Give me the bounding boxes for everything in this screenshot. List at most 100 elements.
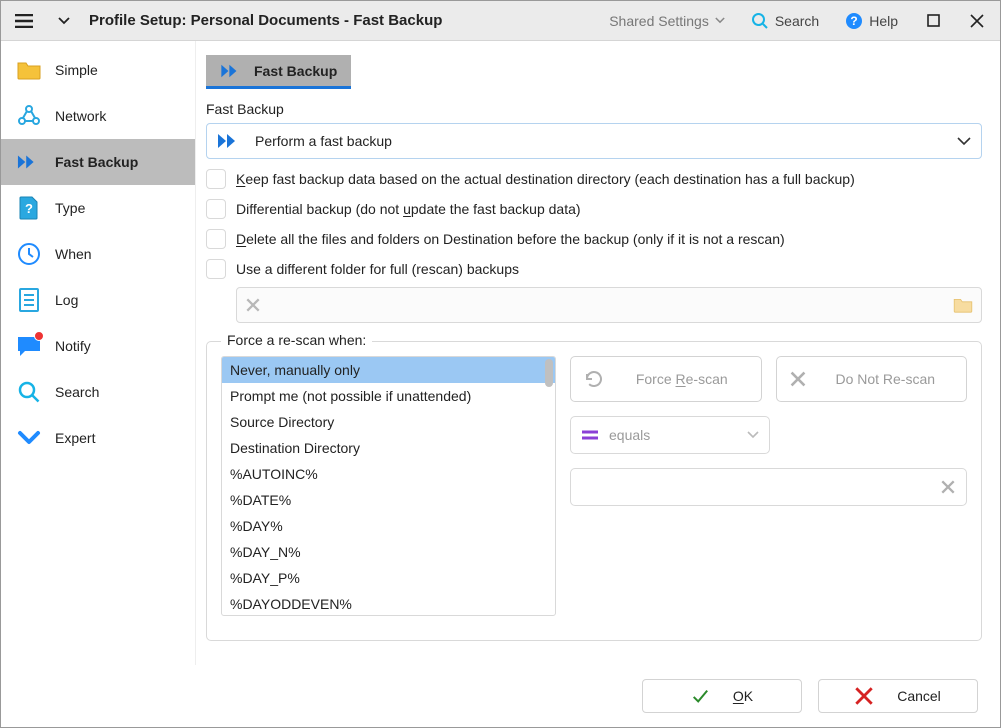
condition-combo[interactable]: equals <box>570 416 770 454</box>
fast-backup-icon <box>17 150 41 174</box>
help-label: Help <box>869 13 898 29</box>
list-item[interactable]: %DATE% <box>222 487 555 513</box>
chevron-down-icon <box>957 137 971 146</box>
checkbox-label: Keep fast backup data based on the actua… <box>236 171 855 187</box>
do-not-rescan-button[interactable]: Do Not Re-scan <box>776 356 968 402</box>
checkbox-differential[interactable] <box>206 199 226 219</box>
check-icon <box>691 687 709 705</box>
sidebar-item-label: Fast Backup <box>55 154 138 170</box>
sidebar-item-notify[interactable]: Notify <box>1 323 195 369</box>
checkbox-label: Use a different folder for full (rescan)… <box>236 261 519 277</box>
log-icon <box>17 288 41 312</box>
refresh-icon <box>583 368 605 390</box>
clear-icon[interactable] <box>940 479 956 495</box>
button-label: Do Not Re-scan <box>817 371 955 387</box>
rescan-folder-input[interactable] <box>236 287 982 323</box>
list-item[interactable]: Destination Directory <box>222 435 555 461</box>
sidebar-item-label: When <box>55 246 92 262</box>
fast-backup-icon <box>220 63 244 79</box>
button-label: Cancel <box>897 688 941 704</box>
list-item[interactable]: %AUTOINC% <box>222 461 555 487</box>
group-legend: Force a re-scan when: <box>221 332 372 348</box>
sidebar-item-label: Simple <box>55 62 98 78</box>
sidebar-item-label: Search <box>55 384 99 400</box>
search-icon <box>751 12 769 30</box>
button-label: Force Re-scan <box>615 371 749 387</box>
rescan-group: Force a re-scan when: Never, manually on… <box>206 341 982 641</box>
profile-setup-window: Profile Setup: Personal Documents - Fast… <box>0 0 1001 728</box>
list-item[interactable]: %DAY% <box>222 513 555 539</box>
fast-backup-icon <box>217 132 243 150</box>
close-icon <box>855 687 873 705</box>
sidebar-item-label: Notify <box>55 338 91 354</box>
svg-text:?: ? <box>25 201 33 216</box>
checkbox-delete[interactable] <box>206 229 226 249</box>
sidebar-item-label: Network <box>55 108 106 124</box>
maximize-button[interactable] <box>918 6 948 36</box>
chevron-down-icon <box>747 431 759 439</box>
sidebar-item-search[interactable]: Search <box>1 369 195 415</box>
notify-icon <box>17 334 41 358</box>
equals-icon <box>581 429 599 441</box>
section-label: Fast Backup <box>206 101 982 117</box>
ok-button[interactable]: OK <box>642 679 802 713</box>
fast-backup-mode-combo[interactable]: Perform a fast backup <box>206 123 982 159</box>
sidebar-item-network[interactable]: Network <box>1 93 195 139</box>
dialog-footer: OK Cancel <box>1 665 1000 727</box>
cancel-button[interactable]: Cancel <box>818 679 978 713</box>
tab-strip: Fast Backup <box>206 47 982 89</box>
window-title: Profile Setup: Personal Documents - Fast… <box>89 12 442 29</box>
list-item[interactable]: %DAY_N% <box>222 539 555 565</box>
force-rescan-button[interactable]: Force Re-scan <box>570 356 762 402</box>
list-item[interactable]: Never, manually only <box>222 357 555 383</box>
help-button[interactable]: ? Help <box>839 8 904 34</box>
sidebar-item-label: Expert <box>55 430 95 446</box>
hamburger-menu-icon[interactable] <box>9 6 39 36</box>
checkbox-diff-folder[interactable] <box>206 259 226 279</box>
svg-text:?: ? <box>851 14 858 28</box>
checkbox-label: Delete all the files and folders on Dest… <box>236 231 785 247</box>
search-icon <box>17 380 41 404</box>
combo-value: Perform a fast backup <box>255 133 392 149</box>
checkbox-keep-data[interactable] <box>206 169 226 189</box>
network-icon <box>17 104 41 128</box>
folder-icon[interactable] <box>953 297 973 313</box>
close-icon <box>789 370 807 388</box>
sidebar-item-fast-backup[interactable]: Fast Backup <box>1 139 195 185</box>
sidebar-item-simple[interactable]: Simple <box>1 47 195 93</box>
list-item[interactable]: Source Directory <box>222 409 555 435</box>
shared-settings-button[interactable]: Shared Settings <box>603 9 731 33</box>
clock-icon <box>17 242 41 266</box>
sidebar: Simple Network Fast Backup ? Type <box>1 41 196 665</box>
document-icon: ? <box>17 196 41 220</box>
button-label: OK <box>733 688 753 704</box>
dropdown-chevron-icon[interactable] <box>49 6 79 36</box>
search-button[interactable]: Search <box>745 8 825 34</box>
condition-value-input[interactable] <box>570 468 967 506</box>
combo-value: equals <box>609 427 650 443</box>
sidebar-item-label: Log <box>55 292 78 308</box>
list-item[interactable]: Prompt me (not possible if unattended) <box>222 383 555 409</box>
sidebar-item-type[interactable]: ? Type <box>1 185 195 231</box>
clear-icon[interactable] <box>245 297 261 313</box>
sidebar-item-log[interactable]: Log <box>1 277 195 323</box>
help-icon: ? <box>845 12 863 30</box>
folder-icon <box>17 58 41 82</box>
titlebar: Profile Setup: Personal Documents - Fast… <box>1 1 1000 41</box>
scrollbar-thumb[interactable] <box>545 359 553 387</box>
sidebar-item-when[interactable]: When <box>1 231 195 277</box>
expert-icon <box>17 426 41 450</box>
sidebar-item-label: Type <box>55 200 85 216</box>
close-button[interactable] <box>962 6 992 36</box>
sidebar-item-expert[interactable]: Expert <box>1 415 195 461</box>
list-item[interactable]: %DAYODDEVEN% <box>222 591 555 616</box>
chevron-down-icon <box>715 17 725 24</box>
main-content: Fast Backup Fast Backup Perform a fast b… <box>196 41 1000 665</box>
tab-label: Fast Backup <box>254 63 337 79</box>
search-label: Search <box>775 13 819 29</box>
tab-fast-backup[interactable]: Fast Backup <box>206 55 351 89</box>
rescan-trigger-list[interactable]: Never, manually only Prompt me (not poss… <box>221 356 556 616</box>
checkbox-label: Differential backup (do not update the f… <box>236 201 581 217</box>
list-item[interactable]: %DAY_P% <box>222 565 555 591</box>
shared-settings-label: Shared Settings <box>609 13 709 29</box>
